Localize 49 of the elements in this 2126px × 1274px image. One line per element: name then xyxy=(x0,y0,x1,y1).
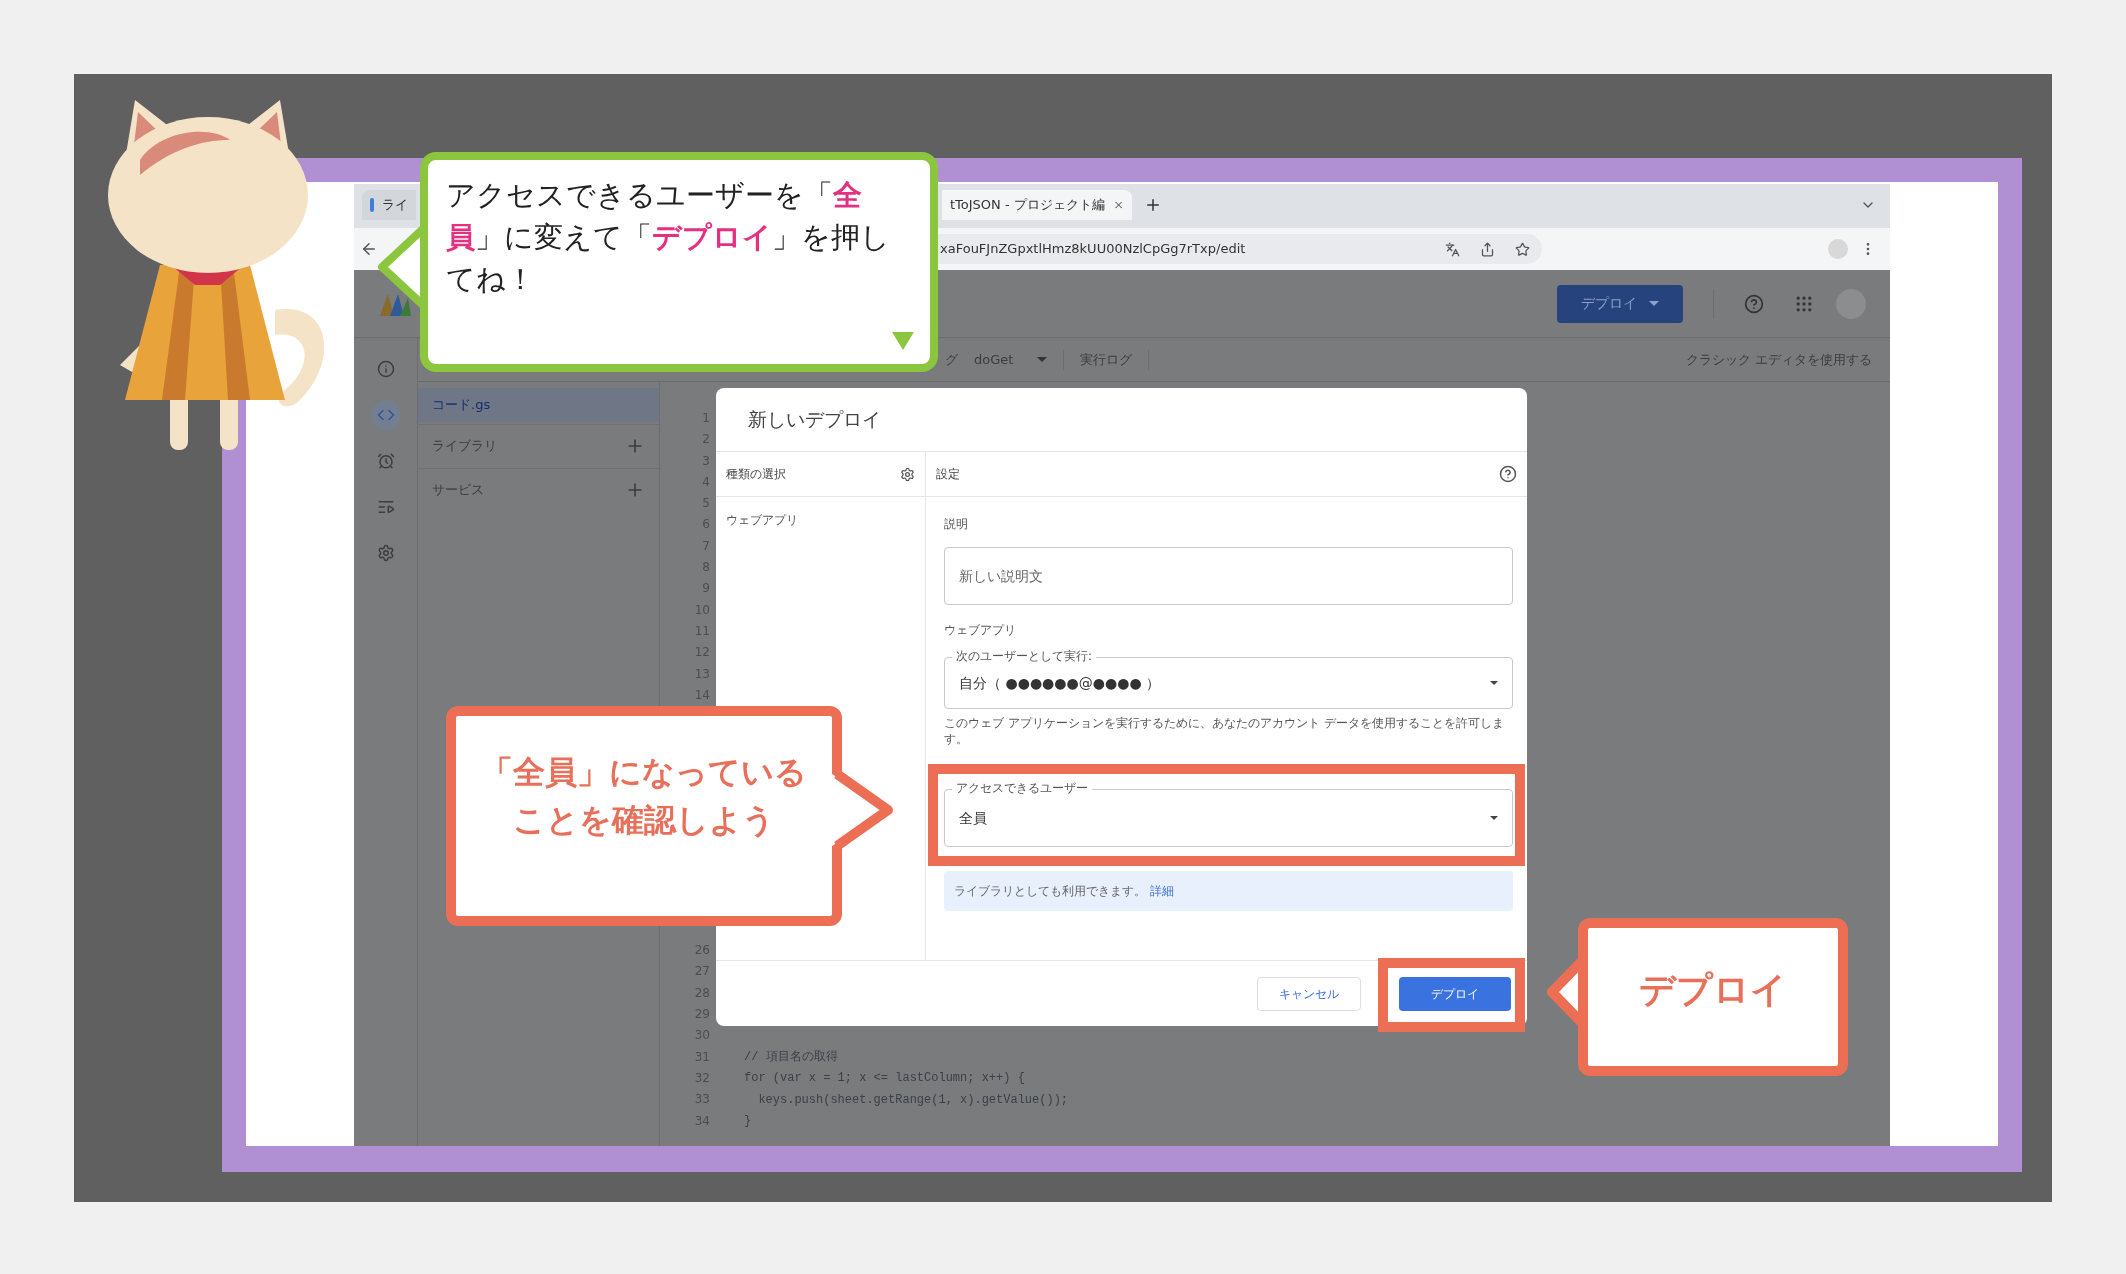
dropdown-icon xyxy=(1490,816,1498,820)
help-icon[interactable] xyxy=(1744,293,1764,314)
toolbar-label[interactable]: グ xyxy=(945,349,958,370)
hint-text: このウェブ アプリケーションを実行するために、あなたのアカウント データを使用することを許可します。 xyxy=(944,715,1505,747)
code-rail-icon[interactable] xyxy=(370,400,401,430)
callout-text: 「全員」になっている xyxy=(481,752,807,793)
next-triangle-icon xyxy=(892,332,914,350)
select-value: 自分（ ●●●●●●@●●●● ） xyxy=(959,673,1161,693)
favicon-icon xyxy=(370,198,374,212)
deploy-button[interactable]: デプロイ xyxy=(1557,284,1683,323)
callout-text: ことを確認しよう xyxy=(513,800,775,841)
tab-title: tToJSON - プロジェクト編 xyxy=(950,196,1105,215)
share-icon[interactable] xyxy=(1480,241,1495,257)
select-value: 全員 xyxy=(959,808,987,828)
browser-tab[interactable]: ライ xyxy=(362,190,416,220)
field-label: 説明 xyxy=(944,516,969,533)
dialog-title: 新しいデプロイ xyxy=(748,407,881,433)
tab-title: ライ xyxy=(382,196,408,215)
field-label: ウェブアプリ xyxy=(944,622,1017,639)
function-select[interactable]: doGet xyxy=(974,349,1048,370)
section-label: ライブラリ xyxy=(432,436,497,455)
type-item[interactable]: ウェブアプリ xyxy=(716,497,925,529)
file-item[interactable]: コード.gs xyxy=(418,388,659,422)
cancel-button[interactable]: キャンセル xyxy=(1257,976,1361,1011)
execution-log-button[interactable]: 実行ログ xyxy=(1080,349,1133,370)
bubble-text: アクセスできるユーザーを「全員」に変えて「デプロイ」を押してね！ xyxy=(446,177,891,298)
details-link[interactable]: 詳細 xyxy=(1150,882,1174,900)
dropdown-icon xyxy=(1490,681,1498,685)
help-icon[interactable] xyxy=(1499,465,1517,483)
column-header: 設定 xyxy=(936,466,960,483)
star-icon[interactable] xyxy=(1515,241,1530,257)
new-tab-icon[interactable] xyxy=(1144,196,1162,214)
translate-icon[interactable] xyxy=(1445,241,1460,257)
description-field[interactable]: 新しい説明文 xyxy=(944,547,1513,605)
settings-icon[interactable] xyxy=(900,466,915,482)
url-text: xaFouFJnZGpxtlHmz8kUU00NzlCpGg7rTxp/edit xyxy=(940,240,1246,259)
address-bar[interactable]: xaFouFJnZGpxtlHmz8kUU00NzlCpGg7rTxp/edit xyxy=(936,234,1542,264)
code-line: for (var x = 1; x <= lastColumn; x++) { xyxy=(744,1070,1026,1088)
banner-text: ライブラリとしても利用できます。 xyxy=(954,883,1146,900)
column-header: 種類の選択 xyxy=(726,466,786,483)
code-line: } xyxy=(744,1112,753,1130)
browser-tab[interactable]: tToJSON - プロジェクト編 xyxy=(942,190,1132,220)
deploy-button[interactable]: デプロイ xyxy=(1399,976,1511,1011)
floating-label: アクセスできるユーザー xyxy=(952,780,1092,796)
code-line: keys.push(sheet.getRange(1, x).getValue()); xyxy=(757,1091,1070,1109)
back-icon[interactable] xyxy=(360,240,378,258)
caret-icon xyxy=(1649,301,1659,306)
floating-label: 次のユーザーとして実行: xyxy=(952,648,1097,664)
callout-text: デプロイ xyxy=(1639,968,1787,1012)
